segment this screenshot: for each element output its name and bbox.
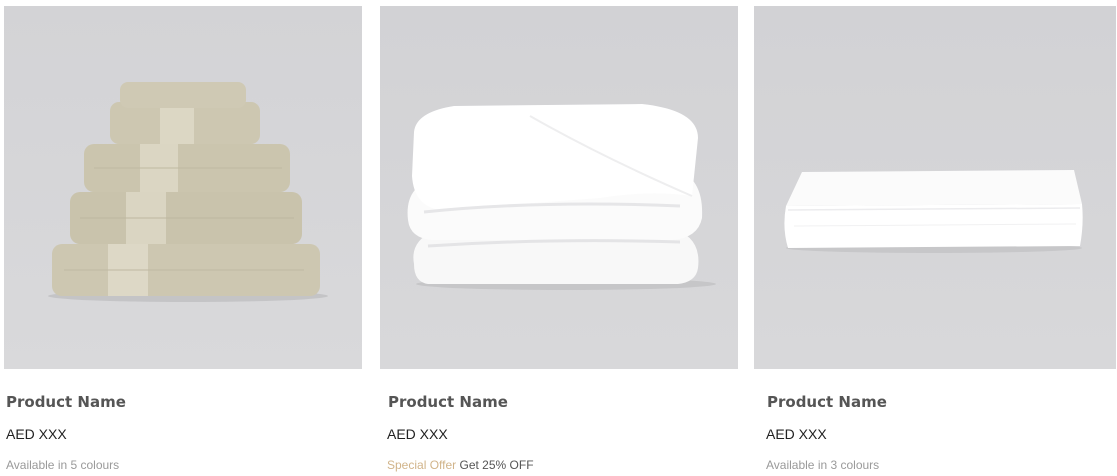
special-offer-label: Special Offer xyxy=(387,458,457,472)
product-name[interactable]: Product Name xyxy=(6,393,126,411)
product-card[interactable]: Product Name AED XXX Available in 5 colo… xyxy=(4,0,362,476)
product-image[interactable] xyxy=(754,6,1116,369)
duvet-icon xyxy=(380,6,738,369)
product-grid: Product Name AED XXX Available in 5 colo… xyxy=(0,0,1117,476)
special-offer: Special Offer Get 25% OFF xyxy=(387,458,534,472)
product-price: AED XXX xyxy=(766,426,827,442)
product-price: AED XXX xyxy=(6,426,67,442)
product-price: AED XXX xyxy=(387,426,448,442)
color-availability: Available in 3 colours xyxy=(766,458,880,472)
product-card[interactable]: Product Name AED XXX Special Offer Get 2… xyxy=(380,0,738,476)
special-offer-text: Get 25% OFF xyxy=(459,458,534,472)
towel-stack-icon xyxy=(4,6,362,369)
product-image[interactable] xyxy=(380,6,738,369)
product-card[interactable]: Product Name AED XXX Available in 3 colo… xyxy=(754,0,1116,476)
product-name[interactable]: Product Name xyxy=(767,393,887,411)
product-image[interactable] xyxy=(4,6,362,369)
product-name[interactable]: Product Name xyxy=(388,393,508,411)
bed-sheet-icon xyxy=(754,6,1116,369)
color-availability: Available in 5 colours xyxy=(6,458,120,472)
